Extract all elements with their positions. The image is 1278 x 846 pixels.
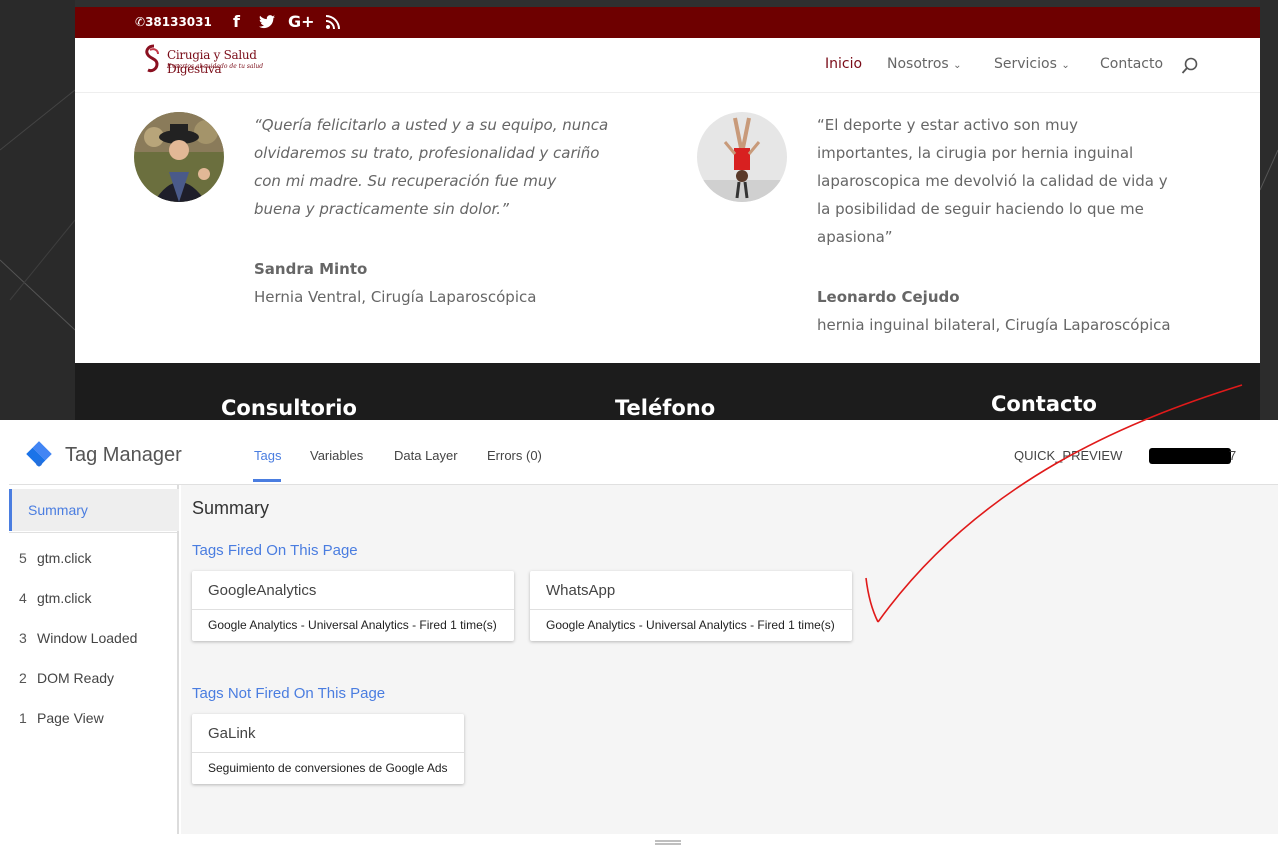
logo-brand-text: Cirugia y Salud Digestiva [167, 48, 257, 76]
testimonial-author: Sandra Minto [254, 260, 368, 278]
tag-manager-header: Tag Manager Tags Variables Data Layer Er… [9, 424, 1278, 485]
screenshot-root: ✆38133031 f G+ Cirugia y Salud Digestiva… [0, 0, 1278, 846]
testimonial-detail: hernia inguinal bilateral, Cirugía Lapar… [817, 316, 1171, 334]
tag-manager-panel: Tag Manager Tags Variables Data Layer Er… [9, 424, 1278, 834]
phone-number[interactable]: ✆38133031 [135, 15, 212, 29]
tag-description: Seguimiento de conversiones de Google Ad… [208, 761, 448, 775]
chevron-down-icon: ⌄ [1061, 60, 1070, 71]
sidebar-item-summary[interactable]: Summary [9, 489, 179, 531]
card-divider [530, 609, 852, 610]
card-divider [192, 609, 514, 610]
testimonial-quote: “Quería felicitarlo a usted y a su equip… [254, 116, 609, 218]
tag-description: Google Analytics - Universal Analytics -… [208, 618, 497, 632]
tab-variables[interactable]: Variables [310, 448, 363, 463]
nav-servicios[interactable]: Servicios ⌄ [994, 56, 1070, 72]
tab-tags[interactable]: Tags [254, 448, 281, 463]
tag-name: WhatsApp [546, 582, 616, 599]
logo-emblem-icon [145, 44, 159, 73]
card-divider [192, 752, 464, 753]
summary-panel: Summary Tags Fired On This Page GoogleAn… [181, 485, 1278, 834]
facebook-icon[interactable]: f [233, 11, 240, 33]
sidebar-event-item[interactable]: 3 Window Loaded [19, 630, 137, 646]
panel-resize-handle[interactable] [655, 840, 681, 846]
google-plus-icon[interactable]: G+ [288, 11, 315, 33]
site-logo[interactable]: Cirugia y Salud Digestiva Expertos al cu… [143, 44, 313, 84]
footer-heading-telefono: Teléfono [615, 396, 716, 420]
container-id-redacted [1149, 448, 1231, 464]
tab-errors[interactable]: Errors (0) [487, 448, 542, 463]
nav-contacto[interactable]: Contacto [1100, 56, 1163, 72]
tag-card-googleanalytics[interactable]: GoogleAnalytics Google Analytics - Unive… [192, 571, 514, 641]
quick-preview-label: QUICK_PREVIEW [1014, 448, 1123, 463]
testimonial-quote: “El deporte y estar activo son muy impor… [817, 116, 1168, 246]
sidebar-event-item[interactable]: 5 gtm.click [19, 550, 91, 566]
nav-inicio[interactable]: Inicio [825, 56, 862, 72]
logo-tagline: Expertos al cuidado de tu salud [167, 63, 264, 70]
tab-data-layer[interactable]: Data Layer [394, 448, 458, 463]
sidebar-event-item[interactable]: 1 Page View [19, 710, 104, 726]
tag-manager-title: Tag Manager [65, 444, 182, 466]
testimonials-section: “Quería felicitarlo a usted y a su equip… [75, 93, 1260, 363]
tag-card-galink[interactable]: GaLink Seguimiento de conversiones de Go… [192, 714, 464, 784]
tag-card-whatsapp[interactable]: WhatsApp Google Analytics - Universal An… [530, 571, 852, 641]
testimonial-detail: Hernia Ventral, Cirugía Laparoscópica [254, 288, 537, 306]
testimonial-avatar [134, 112, 224, 202]
tags-fired-heading: Tags Fired On This Page [192, 542, 358, 559]
rss-icon[interactable] [326, 11, 340, 35]
testimonial-avatar [697, 112, 787, 202]
tag-name: GoogleAnalytics [208, 582, 317, 599]
website-preview: ✆38133031 f G+ Cirugia y Salud Digestiva… [0, 0, 1278, 420]
event-sidebar: Summary 5 gtm.click 4 gtm.click 3 Window Lo… [9, 485, 179, 834]
sidebar-event-item[interactable]: 4 gtm.click [19, 590, 91, 606]
tag-description: Google Analytics - Universal Analytics -… [546, 618, 835, 632]
site-navbar: Cirugia y Salud Digestiva Expertos al cu… [75, 38, 1260, 93]
nav-nosotros[interactable]: Nosotros ⌄ [887, 56, 962, 72]
container-id-suffix: 7 [1229, 448, 1237, 463]
footer-heading-consultorio: Consultorio [221, 396, 357, 420]
tags-not-fired-heading: Tags Not Fired On This Page [192, 685, 386, 702]
tag-name: GaLink [208, 725, 256, 742]
search-icon[interactable] [1181, 57, 1199, 75]
testimonial-author: Leonardo Cejudo [817, 288, 960, 306]
chevron-down-icon: ⌄ [953, 60, 962, 71]
summary-title: Summary [192, 498, 270, 518]
twitter-icon[interactable] [259, 11, 275, 35]
top-bar: ✆38133031 f G+ [75, 7, 1260, 38]
footer-heading-contacto: Contacto [991, 392, 1097, 416]
tag-manager-logo-icon [26, 441, 52, 467]
sidebar-event-item[interactable]: 2 DOM Ready [19, 670, 114, 686]
sidebar-divider [9, 532, 177, 533]
site-footer: Consultorio Teléfono Contacto [75, 363, 1260, 420]
active-tab-indicator [253, 479, 281, 482]
